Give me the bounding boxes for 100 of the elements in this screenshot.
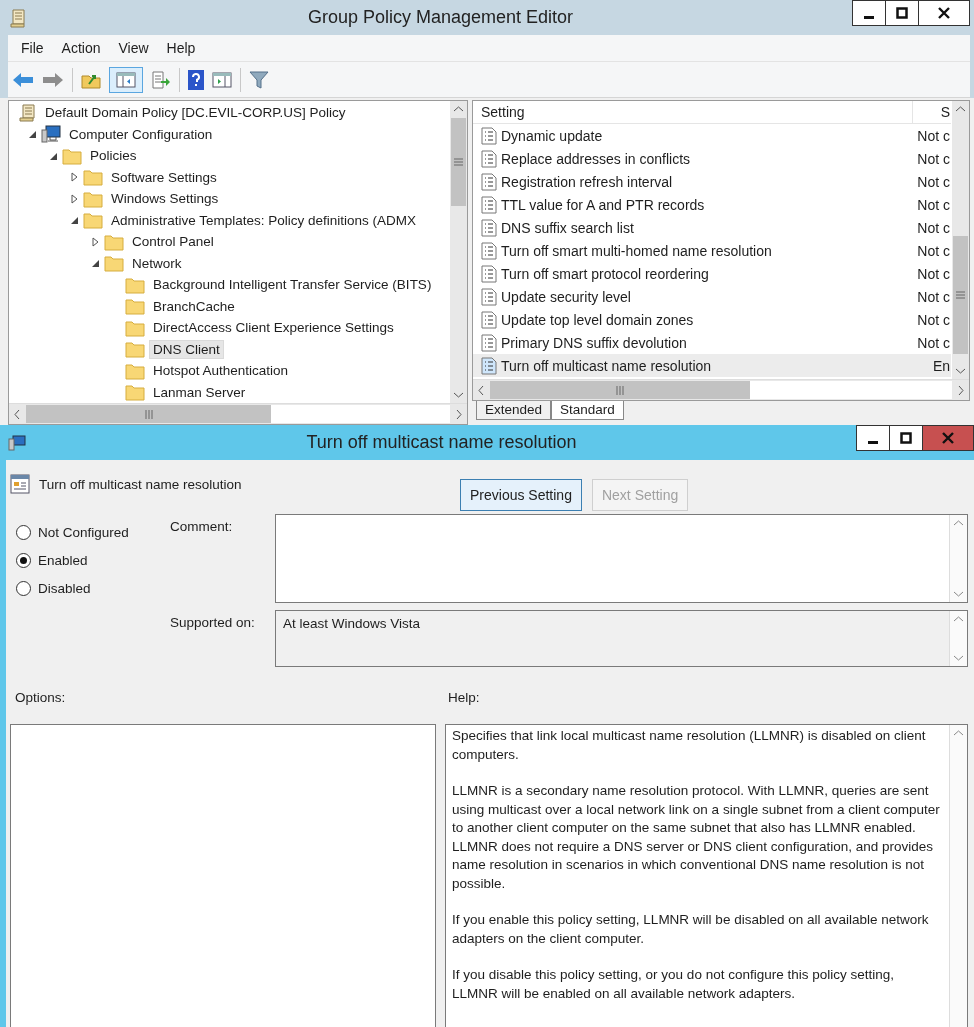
tree-item[interactable]: DNS Client	[149, 339, 224, 359]
policy-list-icon	[481, 195, 497, 214]
tree-item[interactable]: BranchCache	[149, 296, 239, 316]
filter-icon[interactable]	[249, 69, 269, 90]
horizontal-scrollbar[interactable]	[473, 379, 969, 400]
setting-row[interactable]: Dynamic update Not c	[473, 124, 951, 147]
collapse-triangle-icon[interactable]	[27, 129, 37, 140]
comment-field[interactable]	[275, 514, 968, 603]
tree-item[interactable]: Hotspot Authentication	[149, 361, 293, 381]
menu-item[interactable]: File	[12, 40, 53, 57]
tree-item[interactable]: Policies	[86, 146, 141, 166]
scrollbar-thumb[interactable]	[451, 118, 466, 206]
close-icon	[942, 432, 954, 444]
setting-state: Not c	[916, 173, 951, 190]
tree-item[interactable]: Windows Settings	[107, 189, 223, 209]
setting-row[interactable]: Replace addresses in conflicts Not c	[473, 147, 951, 170]
setting-row[interactable]: Registration refresh interval Not c	[473, 170, 951, 193]
vertical-scrollbar[interactable]	[949, 515, 967, 602]
setting-name: Registration refresh interval	[501, 173, 674, 190]
nav-button[interactable]: Previous Setting	[460, 479, 582, 511]
column-header[interactable]: S	[913, 101, 951, 123]
setting-row[interactable]: Update top level domain zones Not c	[473, 308, 951, 331]
supported-on-value: At least Windows Vista	[283, 616, 421, 631]
setting-row[interactable]: DNS suffix search list Not c	[473, 216, 951, 239]
close-button[interactable]	[918, 0, 970, 26]
menu-item[interactable]: Action	[52, 40, 110, 57]
scrollbar-thumb[interactable]	[26, 405, 271, 423]
folder-icon	[83, 168, 103, 187]
setting-row[interactable]: Turn off multicast name resolution En	[473, 354, 951, 377]
radio-label[interactable]: Disabled	[38, 581, 91, 596]
setting-state: Not c	[916, 196, 951, 213]
setting-row[interactable]: Update security level Not c	[473, 285, 951, 308]
help-paragraph: If you enable this policy setting, LLMNR will be disabled on all available network adapters on the client computer.	[452, 911, 930, 948]
radio-button[interactable]	[16, 553, 31, 568]
tab[interactable]: Standard	[551, 401, 624, 420]
expand-triangle-icon[interactable]	[69, 193, 79, 204]
export-list-icon[interactable]	[151, 70, 171, 89]
scroll-icon	[19, 103, 37, 122]
grip-icon	[956, 291, 965, 299]
folder-icon	[104, 232, 124, 251]
maximize-button[interactable]	[889, 425, 923, 451]
window-title: Group Policy Management Editor	[306, 7, 575, 28]
tree-item[interactable]: Lanman Server	[149, 382, 250, 402]
scrollbar-thumb[interactable]	[490, 381, 750, 399]
back-arrow-icon[interactable]	[12, 70, 34, 89]
expand-triangle-icon[interactable]	[90, 236, 100, 247]
setting-name: TTL value for A and PTR records	[501, 196, 706, 213]
scrollbar-thumb[interactable]	[953, 236, 968, 354]
policy-list-icon	[481, 218, 497, 237]
help-icon[interactable]	[188, 69, 204, 90]
menu-item[interactable]: View	[109, 40, 158, 57]
tree-item[interactable]: DirectAccess Client Experience Settings	[149, 318, 398, 338]
folder-icon	[83, 211, 103, 230]
tree-toggle-button[interactable]	[109, 66, 143, 93]
setting-row[interactable]: Primary DNS suffix devolution Not c	[473, 331, 951, 354]
minimize-icon	[864, 15, 874, 19]
pane-icon[interactable]	[212, 71, 232, 88]
vertical-scrollbar[interactable]	[949, 725, 967, 1027]
radio-button[interactable]	[16, 525, 31, 540]
folder-icon	[125, 275, 145, 294]
minimize-button[interactable]	[852, 0, 886, 26]
vertical-scrollbar[interactable]	[949, 611, 967, 666]
radio-button[interactable]	[16, 581, 31, 596]
scroll-icon	[10, 7, 28, 28]
dialog-title: Turn off multicast name resolution	[305, 432, 578, 453]
comment-label: Comment:	[169, 518, 234, 536]
tree-item[interactable]: Control Panel	[128, 232, 218, 252]
radio-label[interactable]: Not Configured	[38, 525, 129, 540]
collapse-triangle-icon[interactable]	[69, 215, 79, 226]
close-icon	[938, 7, 950, 19]
tree-item[interactable]: Network	[128, 253, 186, 273]
help-label: Help:	[448, 690, 480, 705]
expand-triangle-icon[interactable]	[69, 172, 79, 183]
folder-icon	[104, 254, 124, 273]
setting-name: DNS suffix search list	[501, 219, 635, 236]
radio-label[interactable]: Enabled	[38, 553, 88, 568]
collapse-triangle-icon[interactable]	[90, 258, 100, 269]
setting-row[interactable]: Turn off smart protocol reordering Not c	[473, 262, 951, 285]
tab[interactable]: Extended	[476, 401, 552, 420]
setting-row[interactable]: Turn off smart multi-homed name resolution Not c	[473, 239, 951, 262]
setting-row[interactable]: TTL value for A and PTR records Not c	[473, 193, 951, 216]
grip-icon	[144, 409, 153, 419]
policy-list-icon	[481, 126, 497, 145]
setting-state: Not c	[916, 288, 951, 305]
menu-item[interactable]: Help	[157, 40, 205, 57]
tree-item[interactable]: Default Domain Policy [DC.EVIL-CORP.US] Policy	[41, 103, 350, 123]
maximize-icon	[900, 432, 912, 444]
computer-icon	[8, 434, 26, 451]
minimize-button[interactable]	[856, 425, 890, 451]
forward-arrow-icon[interactable]	[42, 70, 64, 89]
tree-item[interactable]: Administrative Templates: Policy definitions (ADMX	[107, 210, 421, 230]
minimize-icon	[868, 440, 878, 444]
setting-state: Not c	[916, 219, 951, 236]
setting-state: En	[931, 357, 951, 374]
tree-item[interactable]: Background Intelligent Transfer Service (BITS)	[149, 275, 436, 295]
tree-item[interactable]: Software Settings	[107, 167, 221, 187]
horizontal-scrollbar[interactable]	[9, 403, 467, 424]
maximize-button[interactable]	[885, 0, 919, 26]
tree-item[interactable]: Computer Configuration	[65, 124, 217, 144]
column-header[interactable]: Setting	[473, 101, 913, 123]
